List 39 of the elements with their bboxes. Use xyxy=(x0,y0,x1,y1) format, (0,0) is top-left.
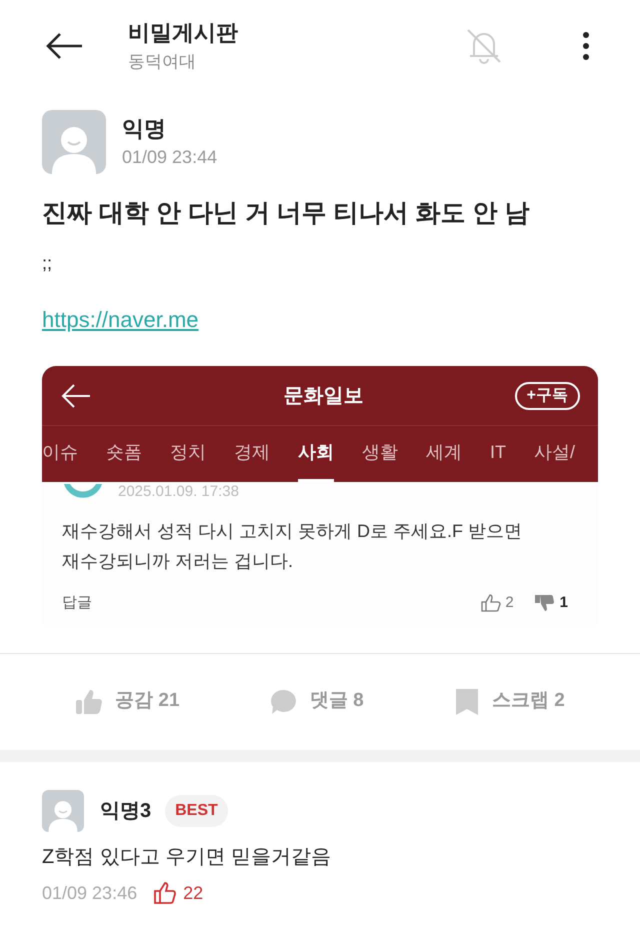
board-subtitle: 동덕여대 xyxy=(128,51,197,73)
comment-text: Z학점 있다고 우기면 믿을거같음 xyxy=(42,844,332,870)
category-tab[interactable]: 생활 xyxy=(362,426,398,482)
post-time: 01/09 23:44 xyxy=(122,146,218,169)
board-title: 비밀게시판 xyxy=(128,19,239,47)
subscribe-button[interactable]: +구독 xyxy=(514,382,580,410)
thumbs-up-icon xyxy=(75,688,104,716)
more-icon[interactable] xyxy=(582,31,590,61)
thumbs-down-icon[interactable] xyxy=(534,594,556,612)
category-tab[interactable]: 사회 xyxy=(298,426,334,482)
category-tab[interactable]: 사설/ xyxy=(534,426,576,482)
comment-text: 재수강해서 성적 다시 고치지 못하게 D로 주세요.F 받으면 재수강되니까 저러는 겁니다. xyxy=(62,520,524,573)
thumbs-up-icon[interactable] xyxy=(153,881,178,905)
category-tab[interactable]: IT xyxy=(490,426,506,482)
dislike-count: 1 xyxy=(560,593,568,613)
post-title: 진짜 대학 안 다닌 거 너무 티나서 화도 안 남 xyxy=(41,198,531,229)
comment-time: 2025.01.09. 17:38 xyxy=(118,482,239,502)
reply-link[interactable]: 답글 xyxy=(62,592,482,614)
back-icon[interactable] xyxy=(60,382,92,408)
category-tab[interactable]: 이슈 xyxy=(42,426,78,482)
avatar-icon xyxy=(42,790,84,832)
commenter-name: 익명3 xyxy=(100,798,152,824)
thumbs-up-icon[interactable] xyxy=(481,594,502,612)
like-count: 22 xyxy=(183,882,204,904)
author-name: 익명 xyxy=(122,115,167,143)
category-tab[interactable]: 숏폼 xyxy=(106,426,142,482)
category-tab[interactable]: 세계 xyxy=(426,426,462,482)
avatar-icon xyxy=(42,110,106,174)
category-tab[interactable]: 정치 xyxy=(170,426,206,482)
category-tab[interactable]: 경제 xyxy=(234,426,270,482)
newspaper-title: 문화일보 xyxy=(282,384,364,408)
best-badge: BEST xyxy=(165,794,228,826)
back-icon[interactable] xyxy=(44,31,84,61)
post-body: ;; xyxy=(41,252,54,275)
bookmark-icon xyxy=(454,686,480,716)
comment-time: 01/09 23:46 xyxy=(42,882,138,904)
like-count: 2 xyxy=(505,593,514,613)
avatar-icon xyxy=(62,484,104,500)
speech-bubble-icon xyxy=(270,688,298,716)
